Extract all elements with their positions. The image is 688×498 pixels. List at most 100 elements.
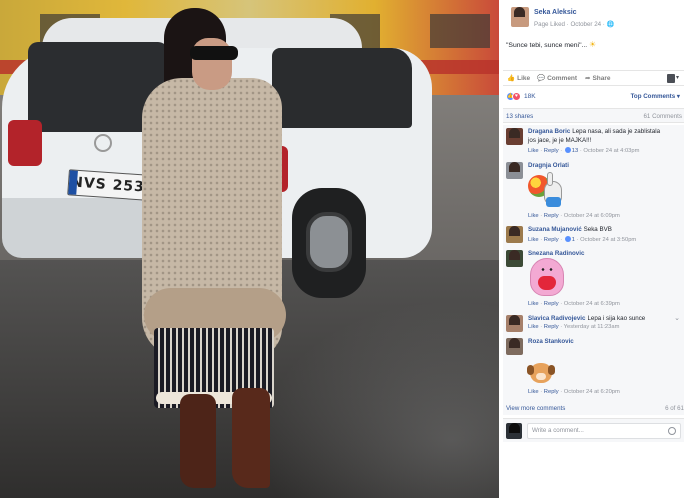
license-plate: NVS 253 (67, 169, 149, 201)
comment-header: Dragana Boric Lepa nasa, ali sada je zabl… (528, 128, 660, 135)
comment-icon: 💬 (537, 75, 546, 82)
comment-time[interactable]: October 24 at 4:03pm (583, 148, 639, 154)
commenter-avatar[interactable] (506, 226, 523, 243)
comment-like-link[interactable]: Like (528, 301, 539, 307)
comment-time[interactable]: October 24 at 6:39pm (564, 301, 620, 307)
comment-time[interactable]: October 24 at 3:50pm (580, 237, 636, 243)
action-bar: 👍 Like 💬 Comment ➦ Share ▾ (503, 70, 684, 86)
like-icon: 👍 (507, 75, 516, 82)
sun-flare (260, 300, 499, 498)
car-wheel (292, 188, 366, 298)
comment-reply-link[interactable]: Reply (544, 213, 559, 219)
plate-text: NVS 253 (70, 174, 146, 196)
share-button[interactable]: ➦ Share (585, 74, 611, 82)
love-reaction-icon[interactable]: ♥ (512, 92, 521, 101)
comment-like-link[interactable]: Like (528, 148, 539, 154)
pink-heart-sticker (528, 258, 568, 298)
comment-header: Dragnja Orlati (528, 162, 569, 169)
comment-item: Dragana Boric Lepa nasa, ali sada je zabl… (503, 125, 684, 159)
comment-meta: Like · Reply · October 24 at 6:39pm (528, 301, 620, 307)
comment-reply-link[interactable]: Reply (544, 148, 559, 154)
boot-right (232, 388, 270, 488)
like-button[interactable]: 👍 Like (507, 74, 530, 82)
comments-count[interactable]: 61 Comments (643, 113, 682, 120)
comment-react-count[interactable]: 1 (572, 237, 575, 243)
wheel-hub (306, 212, 352, 272)
comment-meta: Like · Reply · 1 · October 24 at 3:50pm (528, 236, 637, 243)
commenter-name[interactable]: Slavica Radivojevic (528, 315, 585, 322)
author-avatar[interactable] (511, 7, 529, 27)
comment-list: Dragana Boric Lepa nasa, ali sada je zabl… (503, 125, 684, 415)
comment-text-continued: jos jace, je je MAJKA!!! (528, 137, 592, 144)
comment-time[interactable]: Yesterday at 11:23am (564, 324, 620, 330)
heart-icon (538, 276, 556, 290)
commenter-name[interactable]: Dragnja Orlati (528, 162, 569, 169)
comment-meta: Like · Reply · Yesterday at 11:23am (528, 324, 620, 330)
comment-input[interactable]: Write a comment... (527, 423, 681, 439)
comment-reply-link[interactable]: Reply (544, 301, 559, 307)
stats-row: 13 shares 61 Comments (503, 108, 684, 123)
post-photo[interactable]: NVS 253 (0, 0, 499, 498)
commenter-name[interactable]: Dragana Boric (528, 128, 570, 135)
commenter-avatar[interactable] (506, 338, 523, 355)
commenter-avatar[interactable] (506, 315, 523, 332)
reaction-count[interactable]: 18K (524, 93, 536, 100)
camera-icon[interactable] (668, 427, 676, 435)
comment-meta: Like · Reply · 13 · October 24 at 4:03pm (528, 147, 640, 154)
comment-like-link[interactable]: Like (528, 324, 539, 330)
comment-item: Slavica Radivojevic Lepa i sija kao sunce… (503, 312, 684, 336)
car-taillight (8, 120, 42, 166)
view-more-comments-link[interactable]: View more comments (506, 405, 565, 412)
car-side-window (272, 48, 412, 128)
comment-like-link[interactable]: Like (528, 213, 539, 219)
comment-like-link[interactable]: Like (528, 389, 539, 395)
comment-sort-dropdown[interactable]: Top Comments ▾ (631, 93, 680, 100)
comment-item: Snezana Radinovic Like · Reply · October… (503, 247, 684, 311)
caption-text: "Sunce tebi, sunce meni"... (506, 42, 588, 49)
puppy-snout (536, 373, 546, 380)
comment-header: Snezana Radinovic (528, 250, 584, 257)
comment-time[interactable]: October 24 at 6:09pm (564, 213, 620, 219)
page-avatar-icon (667, 74, 675, 83)
share-icon: ➦ (585, 75, 591, 82)
boot-left (180, 394, 216, 488)
comment-text: Seka BVB (583, 226, 612, 233)
comment-button[interactable]: 💬 Comment (537, 74, 577, 82)
like-label: Like (517, 75, 531, 82)
comment-reply-link[interactable]: Reply (544, 389, 559, 395)
car-logo (94, 134, 112, 152)
comment-reply-link[interactable]: Reply (544, 324, 559, 330)
comment-item: Roza Stankovic Like · Reply · October 24… (503, 335, 684, 399)
comment-time[interactable]: October 24 at 6:20pm (564, 389, 620, 395)
commenter-avatar[interactable] (506, 128, 523, 145)
sun-emoji-icon: ☀ (589, 40, 597, 49)
commenter-name[interactable]: Roza Stankovic (528, 338, 574, 345)
commenter-name[interactable]: Snezana Radinovic (528, 250, 584, 257)
comment-header: Suzana Mujanović Seka BVB (528, 226, 612, 233)
comment-header: Roza Stankovic (528, 338, 574, 345)
reactions-row: 👍 ♥ 18K Top Comments ▾ (506, 91, 682, 103)
post-as-selector[interactable]: ▾ (667, 74, 681, 83)
comment-react-count[interactable]: 13 (572, 148, 578, 154)
bunny-flower-sticker (528, 171, 568, 211)
comment-like-link[interactable]: Like (528, 237, 539, 243)
comment-label: Comment (547, 75, 578, 82)
chevron-down-icon[interactable]: ⌄ (674, 314, 680, 322)
comment-header: Slavica Radivojevic Lepa i sija kao sunce (528, 315, 645, 322)
author-name[interactable]: Seka Aleksic (534, 9, 577, 16)
commenter-name[interactable]: Suzana Mujanović (528, 226, 582, 233)
comment-meta: Like · Reply · October 24 at 6:20pm (528, 389, 620, 395)
comment-reply-link[interactable]: Reply (544, 237, 559, 243)
post-caption: "Sunce tebi, sunce meni"... ☀ (506, 40, 596, 49)
comment-meta: Like · Reply · October 24 at 6:09pm (528, 213, 620, 219)
commenter-avatar[interactable] (506, 250, 523, 267)
comment-item: Dragnja Orlati Like · Reply · October 24… (503, 159, 684, 223)
comment-text: Lepa nasa, ali sada je zablistala (572, 128, 661, 135)
chevron-down-icon: ▾ (676, 75, 680, 81)
post-sidebar: Seka Aleksic Page Liked · October 24 · 🌐… (499, 0, 688, 498)
commenter-avatar[interactable] (506, 162, 523, 179)
post-meta: Page Liked · October 24 · 🌐 (534, 21, 615, 28)
my-avatar (506, 423, 522, 439)
sunglasses (190, 46, 238, 60)
shares-link[interactable]: 13 shares (506, 113, 533, 120)
